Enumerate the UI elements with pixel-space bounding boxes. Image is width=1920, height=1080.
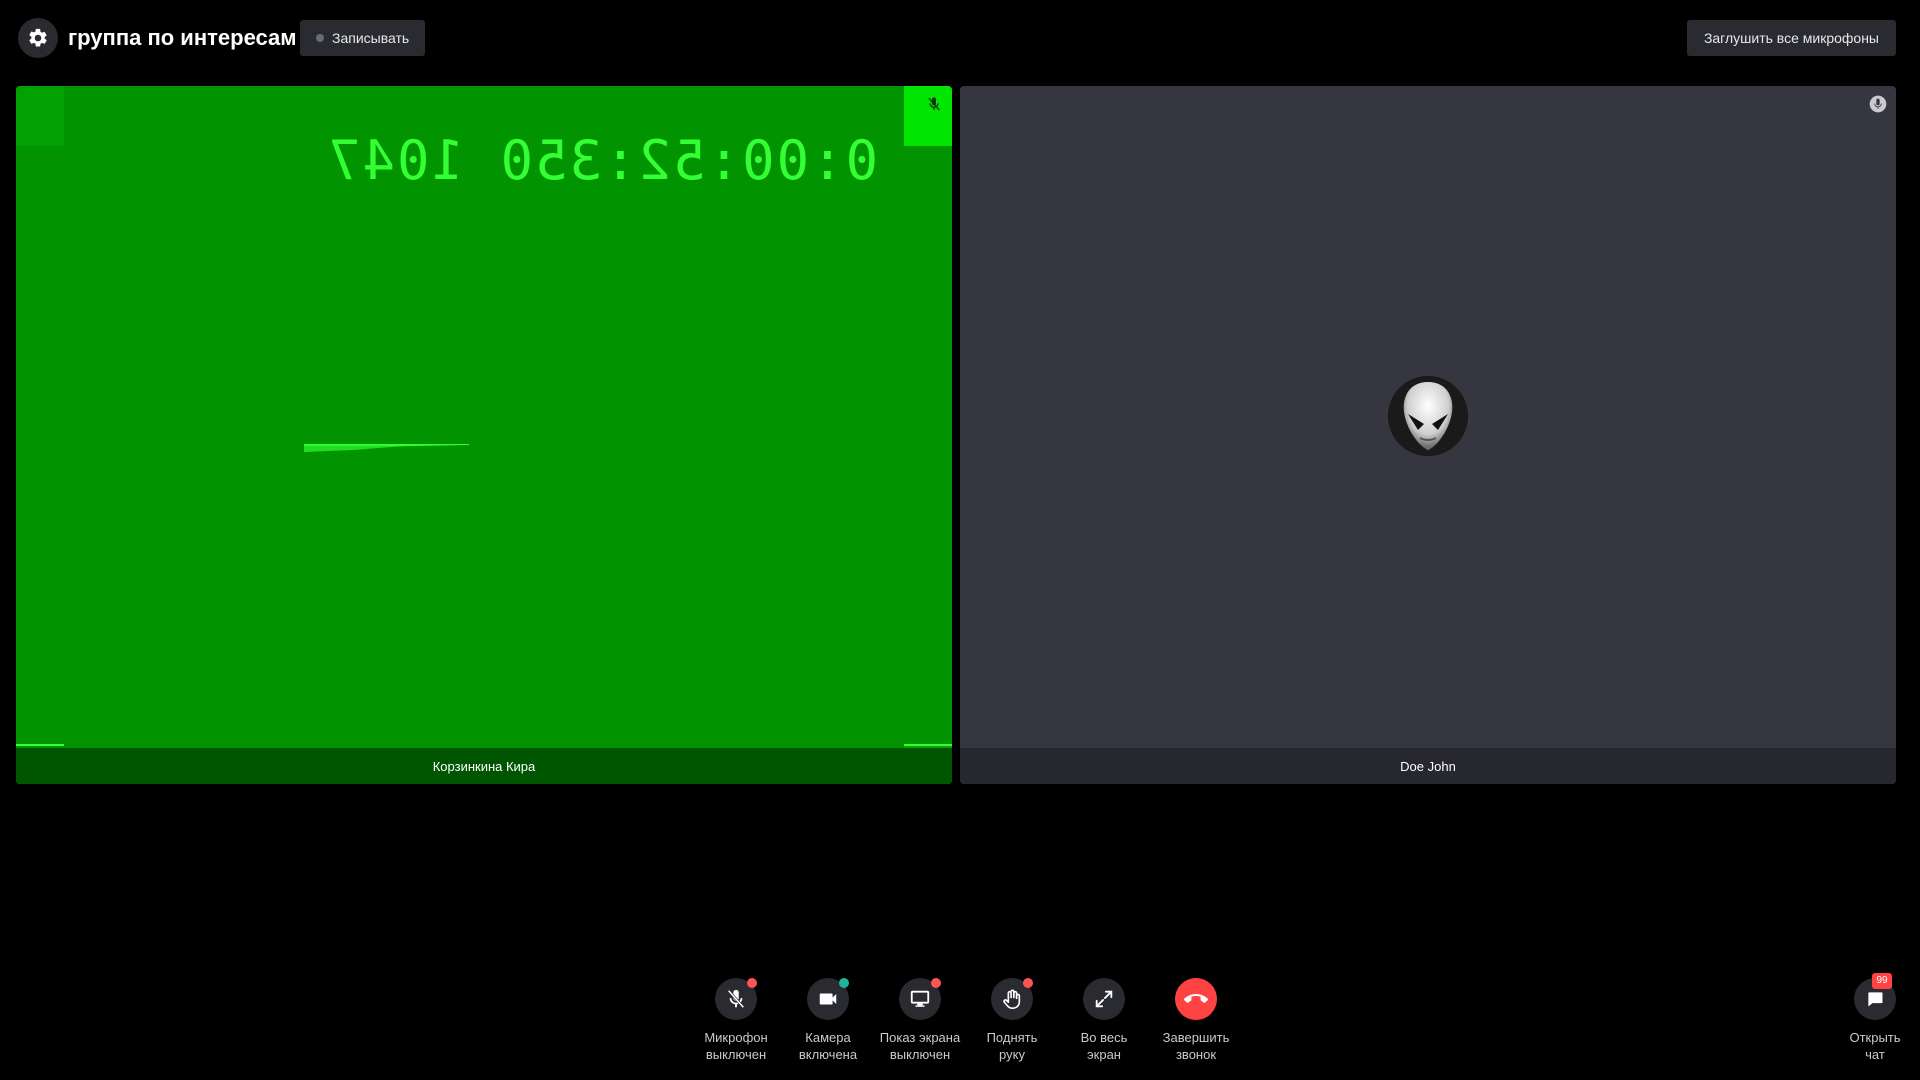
label-line: выключен	[705, 1047, 767, 1062]
label-line: выключен	[889, 1047, 951, 1062]
label-line: Завершить	[1162, 1030, 1230, 1045]
label-line: руку	[999, 1047, 1025, 1062]
record-dot-icon	[316, 34, 324, 42]
record-label: Записывать	[332, 30, 410, 46]
screen-share-label: Показ экрана выключен	[874, 1029, 966, 1063]
raise-hand-button[interactable]: Поднять руку	[966, 978, 1058, 1063]
mute-all-button[interactable]: Заглушить все микрофоны	[1686, 20, 1896, 56]
status-dot-off	[747, 978, 757, 988]
settings-button[interactable]	[18, 18, 58, 58]
mic-off-icon	[928, 97, 940, 111]
label-line: звонок	[1175, 1047, 1217, 1062]
chat-icon	[1868, 992, 1883, 1007]
label-line: Во весь	[1080, 1030, 1128, 1045]
top-bar: группа по интересам Записывать Заглушить…	[0, 0, 1920, 80]
call-controls: Микрофон выключен Камера включена Показ …	[690, 978, 1242, 1063]
label-line: Показ экрана	[879, 1030, 961, 1045]
label-line: чат	[1865, 1047, 1885, 1062]
label-line: Камера	[805, 1030, 851, 1045]
raise-hand-icon-wrap	[991, 978, 1033, 1020]
hangup-button[interactable]: Завершить звонок	[1150, 978, 1242, 1063]
room-title: группа по интересам	[68, 25, 297, 50]
open-chat-button[interactable]: 99 Открыть чат	[1840, 973, 1910, 1063]
mic-on-indicator	[1868, 94, 1888, 114]
camera-icon	[819, 993, 837, 1005]
alien-avatar-icon	[1388, 376, 1468, 456]
screen-share-icon-wrap	[899, 978, 941, 1020]
unread-count-badge: 99	[1872, 973, 1892, 989]
label-line: включена	[798, 1047, 858, 1062]
record-button[interactable]: Записывать	[300, 20, 426, 56]
label-line: Микрофон	[704, 1030, 768, 1045]
chat-icon-wrap: 99	[1854, 973, 1896, 1020]
gear-icon	[29, 28, 47, 47]
camera-toggle-icon-wrap	[807, 978, 849, 1020]
camera-toggle-button[interactable]: Камера включена	[782, 978, 874, 1063]
label-line: Поднять	[986, 1030, 1038, 1045]
participant-name: Doe John	[960, 748, 1896, 784]
status-dot-off	[1023, 978, 1033, 988]
hangup-label: Завершить звонок	[1150, 1029, 1242, 1063]
monitor-icon	[910, 990, 930, 1007]
mic-toggle-button[interactable]: Микрофон выключен	[690, 978, 782, 1063]
screen-share-button[interactable]: Показ экрана выключен	[874, 978, 966, 1063]
status-dot-off	[931, 978, 941, 988]
mute-all-label: Заглушить все микрофоны	[1703, 30, 1879, 46]
label-line: экран	[1087, 1047, 1121, 1062]
hand-icon	[1003, 989, 1021, 1009]
fullscreen-icon-wrap	[1083, 978, 1125, 1020]
avatar	[1388, 376, 1468, 456]
mic-toggle-label: Микрофон выключен	[690, 1029, 782, 1063]
mic-off-icon	[727, 989, 745, 1009]
mic-toggle-icon-wrap	[715, 978, 757, 1020]
raise-hand-label: Поднять руку	[966, 1029, 1058, 1063]
camera-toggle-label: Камера включена	[782, 1029, 874, 1063]
mic-muted-indicator	[924, 94, 944, 114]
label-line: Открыть	[1849, 1030, 1901, 1045]
mic-icon	[1869, 95, 1887, 113]
participant-tile[interactable]: Doe John	[960, 86, 1896, 784]
status-dot-on	[839, 978, 849, 988]
video-timecode: 0:00:52:350 1047	[326, 129, 879, 192]
hangup-icon-wrap	[1175, 978, 1217, 1020]
participant-name: Корзинкина Кира	[16, 748, 952, 784]
video-test-bar	[304, 444, 469, 452]
open-chat-label: Открыть чат	[1840, 1029, 1910, 1063]
participant-tile[interactable]: 0:00:52:350 1047 Корзинкина Кира	[16, 86, 952, 784]
expand-icon	[1095, 990, 1113, 1008]
fullscreen-label: Во весь экран	[1058, 1029, 1150, 1063]
video-corner-marker	[16, 86, 64, 146]
phone-hangup-icon	[1184, 994, 1208, 1003]
fullscreen-button[interactable]: Во весь экран	[1058, 978, 1150, 1063]
